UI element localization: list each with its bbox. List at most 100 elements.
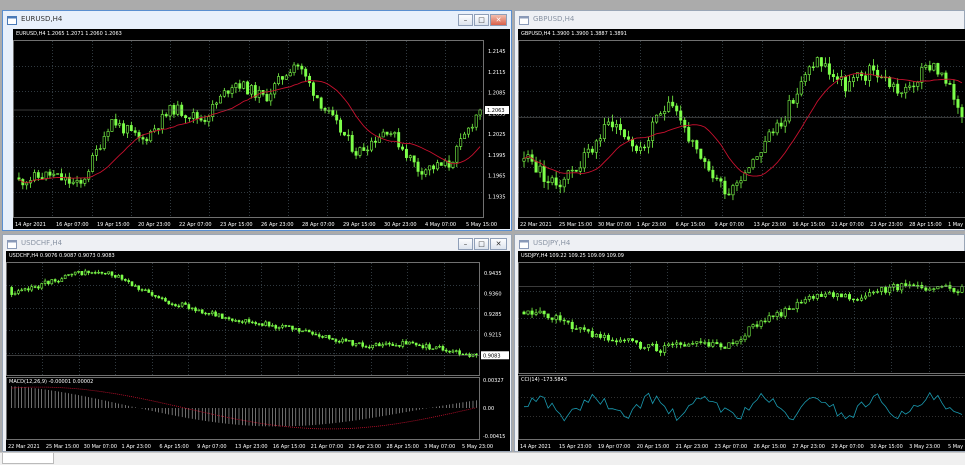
maximize-button[interactable]: □ bbox=[474, 14, 489, 26]
candle-body bbox=[663, 346, 665, 353]
candle-body bbox=[587, 330, 589, 332]
indicator-info-line: CCI(14) -173.5843 bbox=[521, 377, 567, 383]
chart-window-eurusd[interactable]: EURUSD,H4 – □ ✕ 1.21451.21151.20851.2055… bbox=[2, 10, 512, 231]
candle-body bbox=[828, 293, 830, 294]
minimize-button[interactable]: – bbox=[458, 14, 473, 26]
indicator-info-line: MACD(12,26,9) -0.00001 0.00002 bbox=[9, 379, 93, 385]
candle-body bbox=[535, 161, 537, 172]
chart-window-icon bbox=[7, 240, 17, 249]
candle-body bbox=[704, 342, 706, 343]
candle-body bbox=[130, 125, 132, 130]
candle-body bbox=[94, 272, 96, 273]
candle-body bbox=[848, 82, 850, 91]
candle-body bbox=[78, 271, 80, 272]
time-axis-label: 16 Apr 07:00 bbox=[56, 222, 89, 228]
time-axis-label: 1 May 07:00 bbox=[948, 222, 965, 228]
price-chart[interactable]: 14 Apr 202115 Apr 23:0019 Apr 07:0020 Ap… bbox=[518, 251, 965, 451]
candle-body bbox=[343, 132, 345, 135]
candle-body bbox=[820, 58, 822, 66]
candle-body bbox=[67, 275, 69, 276]
time-axis-label: 9 Apr 07:00 bbox=[197, 444, 226, 450]
close-button[interactable]: ✕ bbox=[490, 14, 507, 26]
candle-body bbox=[452, 162, 454, 167]
candle-body bbox=[171, 304, 173, 305]
candle-body bbox=[925, 288, 927, 290]
price-chart[interactable]: 0.94350.93600.92850.92150.91400.90830.00… bbox=[6, 251, 510, 451]
indicator-axis-label: -0.00415 bbox=[483, 434, 505, 440]
candle-body bbox=[671, 344, 673, 345]
candle-body bbox=[611, 340, 613, 341]
candle-body bbox=[708, 342, 710, 346]
maximize-button[interactable]: □ bbox=[474, 238, 489, 250]
chart-window-usdjpy[interactable]: USDJPY,H4 14 Apr 202115 Apr 23:0019 Apr … bbox=[514, 234, 965, 452]
candle-body bbox=[921, 67, 923, 82]
candle-body bbox=[872, 292, 874, 293]
candle-body bbox=[118, 275, 120, 277]
candle-body bbox=[688, 344, 690, 346]
plot-frame bbox=[7, 263, 480, 376]
chart-window-gbpusd[interactable]: GBPUSD,H4 22 Mar 202125 Mar 15:0030 Mar … bbox=[514, 10, 965, 231]
candle-body bbox=[255, 322, 257, 323]
candle-body bbox=[820, 294, 822, 296]
candle-body bbox=[91, 272, 93, 273]
candle-body bbox=[192, 112, 194, 118]
candle-body bbox=[736, 341, 738, 344]
candle-body bbox=[365, 346, 367, 347]
candle-body bbox=[151, 292, 153, 295]
candle-body bbox=[571, 170, 573, 171]
candle-body bbox=[440, 163, 442, 166]
chart-window-usdchf[interactable]: USDCHF,H4 – □ ✕ 0.94350.93600.92850.9215… bbox=[2, 234, 512, 452]
candle-body bbox=[18, 178, 20, 180]
candle-body bbox=[784, 308, 786, 316]
candle-body bbox=[111, 272, 113, 276]
candle-body bbox=[449, 351, 451, 352]
candle-body bbox=[455, 351, 457, 352]
candle-body bbox=[289, 73, 291, 76]
window-title: USDJPY,H4 bbox=[533, 239, 570, 247]
candle-body bbox=[848, 294, 850, 299]
candle-body bbox=[844, 77, 846, 91]
window-titlebar[interactable]: EURUSD,H4 – □ ✕ bbox=[3, 11, 511, 31]
candle-body bbox=[555, 178, 557, 185]
candle-body bbox=[740, 340, 742, 341]
candle-body bbox=[905, 284, 907, 286]
candle-body bbox=[355, 151, 357, 155]
close-button[interactable]: ✕ bbox=[490, 238, 507, 250]
minimize-button[interactable]: – bbox=[458, 238, 473, 250]
chart-window-icon bbox=[519, 16, 529, 25]
price-chart[interactable]: 22 Mar 202125 Mar 15:0030 Mar 07:001 Apr… bbox=[518, 29, 965, 229]
candle-body bbox=[177, 105, 179, 114]
window-title: EURUSD,H4 bbox=[21, 15, 62, 23]
candle-body bbox=[17, 291, 19, 294]
candle-body bbox=[188, 118, 190, 119]
time-axis-label: 30 Apr 15:00 bbox=[870, 444, 903, 450]
candle-body bbox=[523, 312, 525, 314]
candle-body bbox=[527, 311, 529, 314]
candle-body bbox=[639, 342, 641, 348]
candle-body bbox=[161, 114, 163, 128]
candle-body bbox=[31, 287, 33, 290]
indicator-axis-label: 0.00 bbox=[483, 406, 494, 412]
grid bbox=[518, 263, 965, 373]
plot-frame bbox=[519, 263, 965, 374]
candle-body bbox=[583, 153, 585, 168]
candle-body bbox=[268, 322, 270, 326]
window-titlebar[interactable]: GBPUSD,H4 bbox=[515, 11, 964, 31]
candle-body bbox=[157, 129, 159, 130]
time-axis-label: 20 Apr 23:00 bbox=[138, 222, 171, 228]
candle-body bbox=[355, 343, 357, 345]
time-axis-label: 3 May 23:00 bbox=[909, 444, 940, 450]
candle-body bbox=[563, 320, 565, 321]
candle-body bbox=[111, 119, 113, 131]
candle-body bbox=[563, 179, 565, 187]
time-axis-label: 19 Apr 07:00 bbox=[598, 444, 631, 450]
time-axis-label: 5 May 07:00 bbox=[948, 444, 965, 450]
tab-stub[interactable] bbox=[2, 453, 54, 464]
price-axis-label: 1.1965 bbox=[488, 174, 506, 180]
candle-body bbox=[475, 115, 477, 127]
candle-body bbox=[398, 132, 400, 147]
price-chart[interactable]: 1.21451.21151.20851.20551.20251.19951.19… bbox=[13, 29, 510, 229]
candle-body bbox=[864, 296, 866, 298]
time-axis-label: 5 May 23:00 bbox=[462, 444, 493, 450]
candle-body bbox=[47, 281, 49, 284]
